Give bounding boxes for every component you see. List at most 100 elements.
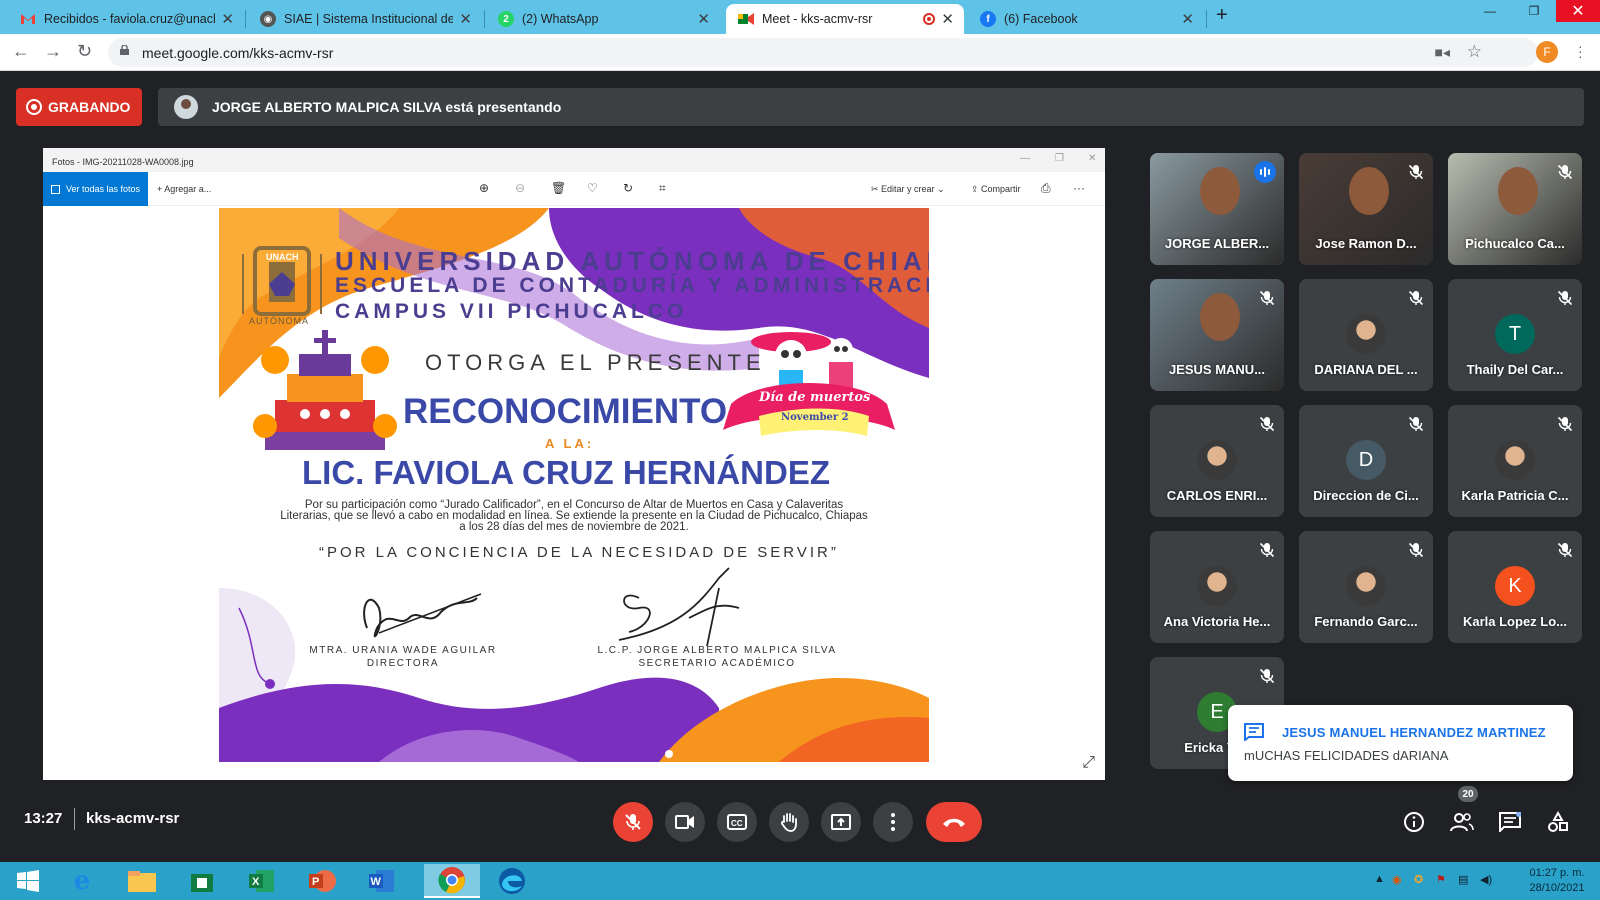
participant-tile[interactable]: K Karla Lopez Lo... xyxy=(1448,531,1582,643)
tab-title: (6) Facebook xyxy=(1004,12,1078,26)
taskbar-edge[interactable] xyxy=(484,864,540,898)
photos-window-title: Fotos - IMG-20211028-WA0008.jpg xyxy=(52,157,194,167)
signer-role: DIRECTORA xyxy=(366,658,440,669)
certificate-title: RECONOCIMIENTO xyxy=(403,392,728,431)
forward-button[interactable]: → xyxy=(44,41,62,62)
taskbar-excel[interactable]: X xyxy=(234,864,290,898)
participant-tile[interactable]: DARIANA DEL ... xyxy=(1299,279,1433,391)
tab-title: (2) WhatsApp xyxy=(522,12,599,26)
participant-name: Fernando Garc... xyxy=(1314,614,1418,629)
taskbar-ie[interactable]: e xyxy=(54,864,110,898)
participant-tile[interactable]: Pichucalco Ca... xyxy=(1448,153,1582,265)
tray-app-icon[interactable]: ◉ xyxy=(1392,873,1402,886)
tab-facebook[interactable]: f (6) Facebook ✕ xyxy=(968,4,1204,34)
mic-off-icon xyxy=(1556,163,1574,181)
profile-avatar[interactable]: F xyxy=(1536,41,1558,63)
all-photos-button: Ver todas las fotos xyxy=(43,172,148,206)
close-icon[interactable]: ✕ xyxy=(697,10,710,28)
chat-notification[interactable]: JESUS MANUEL HERNANDEZ MARTINEZ mUCHAS F… xyxy=(1228,705,1573,781)
mic-off-icon xyxy=(1258,541,1276,559)
close-icon[interactable]: ✕ xyxy=(941,10,954,28)
tab-gmail[interactable]: Recibidos - faviola.cruz@unach.m ✕ xyxy=(8,4,244,34)
tab-siae[interactable]: ◉ SIAE | Sistema Institucional de Ad ✕ xyxy=(248,4,482,34)
close-icon[interactable]: ✕ xyxy=(221,10,234,28)
more-options-button[interactable] xyxy=(873,802,913,842)
taskbar-chrome[interactable] xyxy=(424,864,480,898)
recording-indicator[interactable]: GRABANDO xyxy=(16,88,142,126)
raise-hand-button[interactable] xyxy=(769,802,809,842)
tab-meet[interactable]: Meet - kks-acmv-rsr ✕ xyxy=(726,4,964,34)
taskbar-word[interactable]: W xyxy=(354,864,410,898)
photos-icon xyxy=(51,184,60,194)
signer-name: L.C.P. JORGE ALBERTO MALPICA SILVA xyxy=(597,645,837,656)
participant-tile[interactable]: Jose Ramon D... xyxy=(1299,153,1433,265)
all-photos-label: Ver todas las fotos xyxy=(66,184,141,194)
people-icon xyxy=(1450,813,1474,832)
participant-name: Pichucalco Ca... xyxy=(1465,236,1565,251)
taskbar-powerpoint[interactable]: P xyxy=(294,864,350,898)
presenting-text: JORGE ALBERTO MALPICA SILVA está present… xyxy=(212,99,562,115)
participant-tile[interactable]: D Direccion de Ci... xyxy=(1299,405,1433,517)
add-to-label: Agregar a... xyxy=(164,184,212,194)
store-icon xyxy=(191,874,213,892)
restore-button[interactable]: ❐ xyxy=(1512,0,1556,22)
share-button: ⇪ Compartir xyxy=(971,184,1021,194)
taskbar-clock[interactable]: 01:27 p. m. 28/10/2021 xyxy=(1518,866,1596,896)
chat-button[interactable] xyxy=(1496,808,1524,836)
taskbar-explorer[interactable] xyxy=(114,864,170,898)
leave-call-button[interactable] xyxy=(926,802,982,842)
participant-name: Karla Patricia C... xyxy=(1461,488,1569,503)
volume-icon[interactable]: ◀) xyxy=(1480,873,1492,886)
taskbar-store[interactable] xyxy=(174,864,230,898)
close-icon[interactable]: ✕ xyxy=(1181,10,1194,28)
camera-blocked-icon[interactable]: ■◂ xyxy=(1435,44,1450,61)
new-tab-button[interactable]: + xyxy=(1216,4,1228,27)
participant-tile[interactable]: CARLOS ENRI... xyxy=(1150,405,1284,517)
participant-tile[interactable]: Karla Patricia C... xyxy=(1448,405,1582,517)
participant-tile[interactable]: JESUS MANU... xyxy=(1150,279,1284,391)
reload-button[interactable]: ↻ xyxy=(77,41,92,62)
tray-flag-icon[interactable]: ⚑ xyxy=(1436,873,1446,886)
browser-menu-icon[interactable]: · · · xyxy=(1578,39,1583,63)
svg-text:W: W xyxy=(371,876,382,888)
zoom-in-icon: ⊕ xyxy=(479,181,490,195)
activities-button[interactable] xyxy=(1544,808,1572,836)
tray-overflow-icon[interactable]: ▲ xyxy=(1374,873,1385,885)
minimize-button[interactable]: — xyxy=(1468,0,1512,22)
heart-icon: ♡ xyxy=(587,181,598,195)
camera-toggle-button[interactable] xyxy=(665,802,705,842)
participant-tile[interactable]: Fernando Garc... xyxy=(1299,531,1433,643)
mic-off-icon xyxy=(1407,289,1425,307)
present-screen-button[interactable] xyxy=(821,802,861,842)
participants-button[interactable] xyxy=(1448,808,1476,836)
close-icon[interactable]: ✕ xyxy=(459,10,472,28)
dia-date: November 2 xyxy=(781,412,849,423)
participant-tile[interactable]: Ana Victoria He... xyxy=(1150,531,1284,643)
bookmark-star-icon[interactable]: ☆ xyxy=(1467,42,1482,62)
tab-whatsapp[interactable]: 2 (2) WhatsApp ✕ xyxy=(486,4,720,34)
captions-button[interactable]: CC xyxy=(717,802,757,842)
crop-icon: ⌗ xyxy=(659,181,666,195)
edge-icon xyxy=(499,868,525,894)
meeting-info-button[interactable] xyxy=(1400,808,1428,836)
network-icon[interactable]: ▤ xyxy=(1458,873,1468,886)
restore-icon: ❐ xyxy=(1055,153,1064,164)
participant-tile[interactable]: T Thaily Del Car... xyxy=(1448,279,1582,391)
back-button[interactable]: ← xyxy=(12,41,30,62)
participant-face xyxy=(1498,167,1538,215)
start-icon xyxy=(17,870,39,892)
address-bar[interactable]: meet.google.com/kks-acmv-rsr ■◂ ☆ xyxy=(108,38,1538,67)
participant-tile[interactable]: JORGE ALBER... xyxy=(1150,153,1284,265)
logo-subtext: AUTÓNOMA xyxy=(249,316,310,326)
lock-icon xyxy=(120,45,129,55)
hang-up-icon xyxy=(943,818,965,827)
tray-norton-icon[interactable]: ✪ xyxy=(1414,873,1423,886)
mic-toggle-button[interactable] xyxy=(613,802,653,842)
signer-name: MTRA. URANIA WADE AGUILAR xyxy=(309,645,497,656)
window-close-button[interactable]: ✕ xyxy=(1556,0,1600,22)
present-icon xyxy=(831,814,851,830)
tab-strip: Recibidos - faviola.cruz@unach.m ✕ ◉ SIA… xyxy=(0,0,1600,34)
explorer-icon xyxy=(128,871,156,892)
chat-sender: JESUS MANUEL HERNANDEZ MARTINEZ xyxy=(1282,725,1546,740)
start-button[interactable] xyxy=(0,864,56,898)
